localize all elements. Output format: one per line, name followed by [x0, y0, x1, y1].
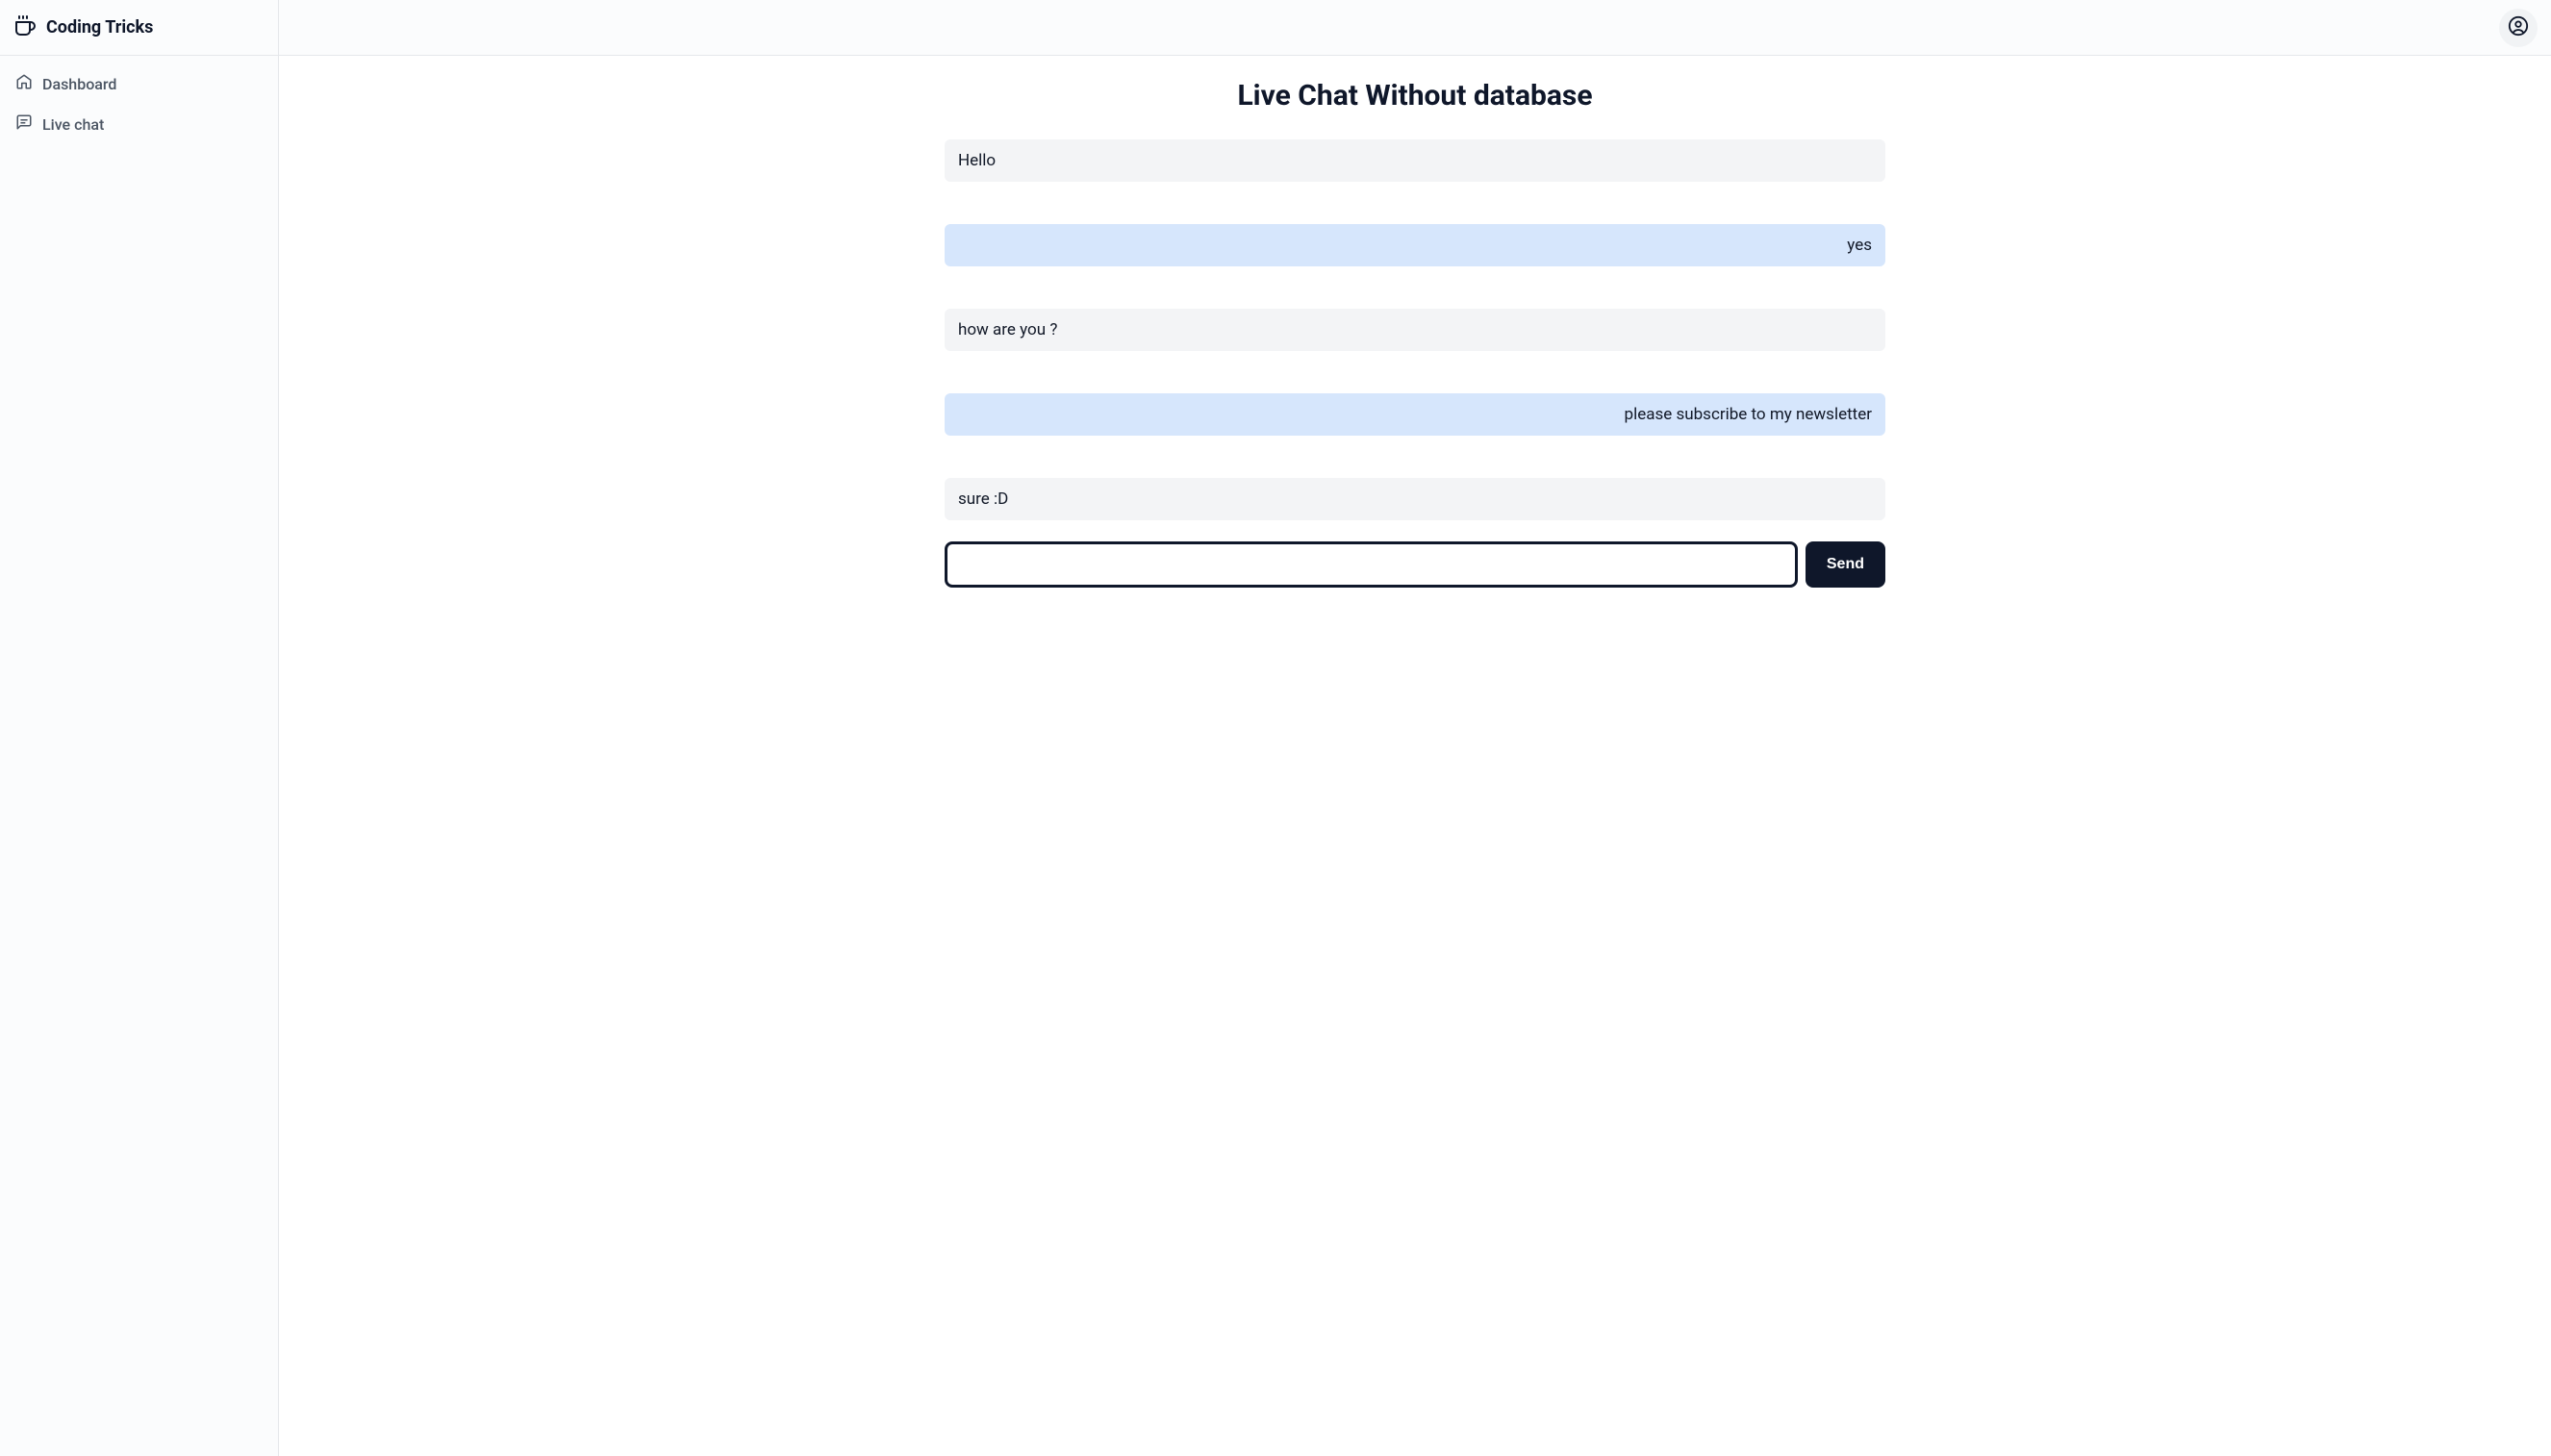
sidebar: Coding Tricks Dashboard [0, 0, 279, 1456]
chat-message: how are you ? [945, 309, 1885, 351]
chat-message: yes [945, 224, 1885, 266]
sidebar-nav: Dashboard Live chat [0, 56, 278, 152]
sidebar-header: Coding Tricks [0, 0, 278, 56]
chat-icon [15, 113, 33, 135]
sidebar-item-label: Live chat [42, 115, 104, 134]
chat-container: Hello yes how are you ? please subscribe… [929, 139, 1901, 588]
send-button[interactable]: Send [1806, 541, 1885, 588]
sidebar-item-label: Dashboard [42, 75, 116, 93]
sidebar-item-live-chat[interactable]: Live chat [0, 104, 278, 144]
content: Live Chat Without database Hello yes how… [279, 56, 2551, 1456]
sidebar-item-dashboard[interactable]: Dashboard [0, 63, 278, 104]
chat-message: please subscribe to my newsletter [945, 393, 1885, 436]
main: Live Chat Without database Hello yes how… [279, 0, 2551, 1456]
message-input[interactable] [945, 541, 1798, 588]
page-title: Live Chat Without database [279, 79, 2551, 113]
user-circle-icon [2508, 15, 2529, 39]
coffee-icon [13, 14, 37, 41]
home-icon [15, 73, 33, 94]
user-menu-button[interactable] [2499, 9, 2538, 47]
app-shell: Coding Tricks Dashboard [0, 0, 2551, 1456]
chat-message: sure :D [945, 478, 1885, 520]
chat-messages: Hello yes how are you ? please subscribe… [945, 139, 1885, 520]
app-title: Coding Tricks [46, 17, 153, 38]
topbar [279, 0, 2551, 56]
chat-message: Hello [945, 139, 1885, 182]
composer: Send [945, 541, 1885, 588]
